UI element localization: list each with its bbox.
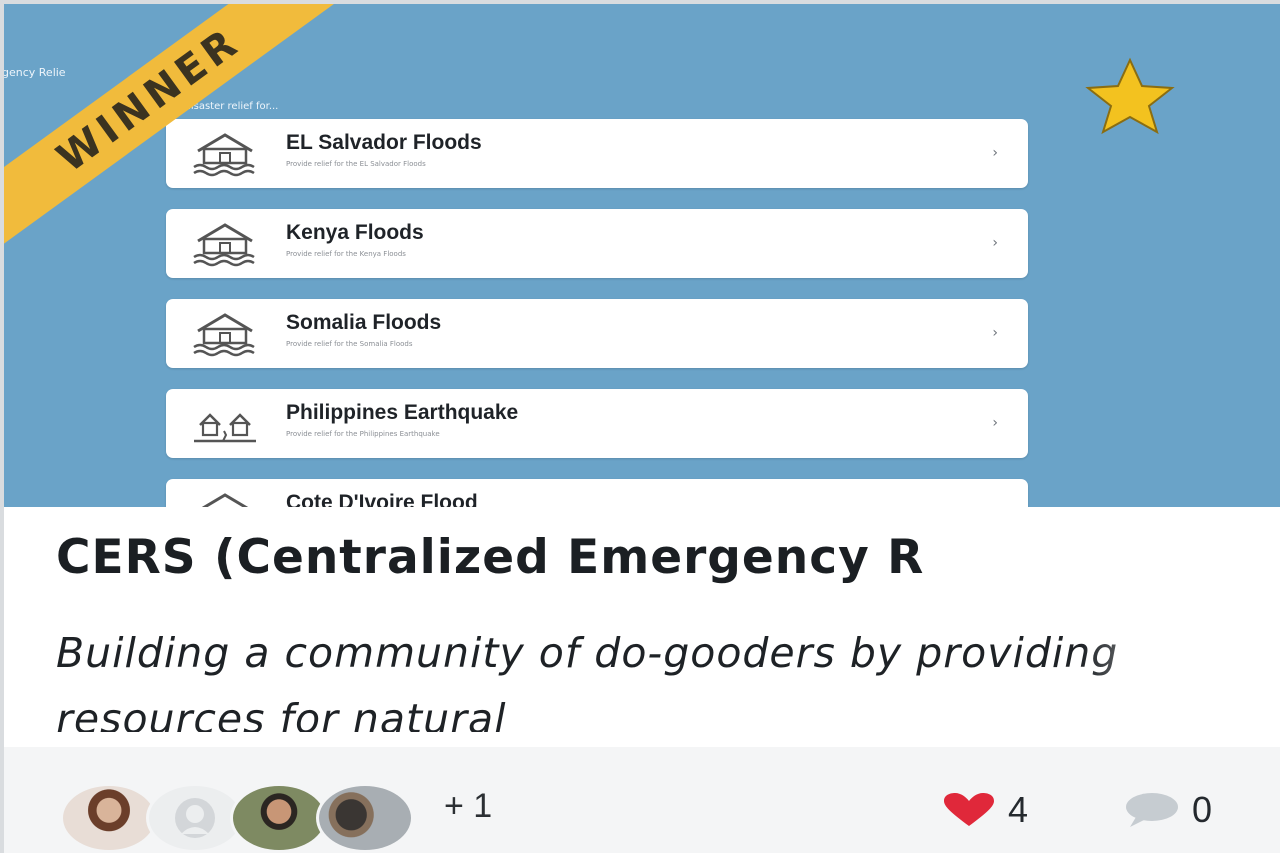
- item-title: Kenya Floods: [286, 221, 424, 244]
- comment-button[interactable]: 0: [1122, 789, 1212, 831]
- more-members-count[interactable]: + 1: [444, 787, 492, 826]
- item-description: Provide relief for the Kenya Floods: [286, 250, 406, 258]
- disaster-list: EL Salvador Floods Provide relief for th…: [166, 119, 1028, 507]
- item-description: Provide relief for the EL Salvador Flood…: [286, 160, 426, 168]
- chevron-right-icon: ›: [992, 415, 998, 431]
- github-icon: [175, 798, 215, 838]
- list-item: Kenya Floods Provide relief for the Keny…: [166, 209, 1028, 278]
- item-description: Provide relief for the Somalia Floods: [286, 340, 413, 348]
- chevron-right-icon: ›: [992, 145, 998, 161]
- item-description: Provide relief for the Philippines Earth…: [286, 430, 440, 438]
- chevron-right-icon: ›: [992, 325, 998, 341]
- avatar[interactable]: [60, 783, 158, 853]
- avatar[interactable]: [230, 783, 328, 853]
- flood-house-icon: [201, 493, 249, 507]
- heart-icon: [944, 793, 994, 826]
- card-footer: + 1 4 0: [4, 747, 1280, 853]
- avatar[interactable]: [316, 783, 414, 853]
- like-count: 4: [1008, 789, 1029, 830]
- item-title: EL Salvador Floods: [286, 131, 482, 154]
- project-tagline: Building a community of do-gooders by pr…: [56, 629, 1119, 732]
- app-title: gency Relie: [4, 66, 66, 79]
- flood-house-icon: [193, 223, 255, 267]
- flood-house-icon: [193, 133, 255, 177]
- text-fade-overlay: [1080, 519, 1280, 749]
- list-item: Cote D'Ivoire Flood: [166, 479, 1028, 507]
- comment-icon: [1126, 793, 1178, 827]
- flood-house-icon: [193, 313, 255, 357]
- comment-count: 0: [1192, 789, 1213, 830]
- list-item: Somalia Floods Provide relief for the So…: [166, 299, 1028, 368]
- project-card[interactable]: gency Relie ovide disaster relief for...…: [4, 4, 1280, 853]
- item-title: Philippines Earthquake: [286, 401, 519, 424]
- item-title: Somalia Floods: [286, 311, 442, 334]
- list-item: EL Salvador Floods Provide relief for th…: [166, 119, 1028, 188]
- item-title: Cote D'Ivoire Flood: [286, 491, 478, 507]
- like-button[interactable]: 4: [940, 789, 1028, 831]
- star-icon: [1085, 57, 1175, 135]
- earthquake-icon: [194, 413, 256, 443]
- list-item: Philippines Earthquake Provide relief fo…: [166, 389, 1028, 458]
- chevron-right-icon: ›: [992, 235, 998, 251]
